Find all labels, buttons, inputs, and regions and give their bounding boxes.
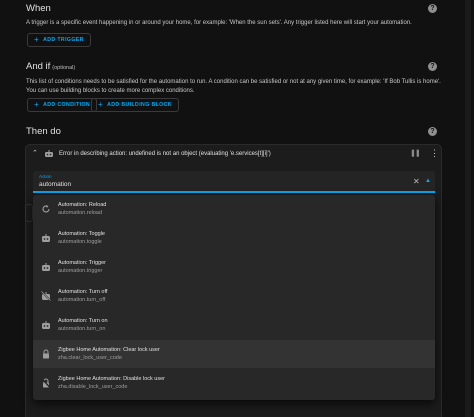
option-title: Zigbee Home Automation: Clear lock user	[58, 347, 160, 353]
and-if-title: And if (optional)	[26, 61, 75, 72]
robot-icon	[45, 150, 53, 157]
option-title: Automation: Turn on	[58, 318, 108, 324]
action-picker-field[interactable]: Action automation ✕ ▲	[33, 171, 435, 193]
optional-label: (optional)	[52, 65, 76, 71]
action-field-value: automation	[39, 181, 72, 188]
and-if-title-text: And if	[26, 61, 51, 72]
robot-icon	[42, 321, 50, 329]
option-service: automation.trigger	[58, 268, 103, 274]
option-service: automation.toggle	[58, 239, 102, 245]
action-option[interactable]: Automation: Reload automation.reload	[33, 195, 435, 223]
page-scrollbar[interactable]	[465, 0, 471, 417]
add-trigger-button[interactable]: + ADD TRIGGER	[27, 33, 91, 47]
action-option[interactable]: Automation: Toggle automation.toggle	[33, 224, 435, 252]
add-trigger-label: ADD TRIGGER	[43, 37, 84, 43]
action-error-text: Error in describing action: undefined is…	[59, 151, 271, 157]
and-if-help-icon[interactable]: ?	[428, 62, 437, 71]
option-service: automation.turn_on	[58, 326, 106, 332]
action-option[interactable]: Zigbee Home Automation: Clear lock user …	[33, 340, 435, 368]
add-building-block-label: ADD BUILDING BLOCK	[107, 102, 172, 108]
add-building-block-button[interactable]: + ADD BUILDING BLOCK	[91, 98, 179, 112]
then-do-help-icon[interactable]: ?	[428, 127, 437, 136]
caret-up-icon[interactable]: ▲	[425, 178, 431, 184]
option-title: Zigbee Home Automation: Disable lock use…	[58, 376, 165, 382]
option-title: Automation: Reload	[58, 202, 107, 208]
robot-icon	[42, 263, 50, 271]
drag-handle-icon[interactable]: ❚❚	[410, 149, 421, 157]
when-help-icon[interactable]: ?	[428, 4, 437, 13]
and-if-description: This list of conditions needs to be sati…	[26, 79, 441, 94]
hidden-button-edge	[25, 204, 33, 222]
action-card-header[interactable]: ⌃ Error in describing action: undefined …	[26, 145, 441, 167]
lock-icon	[41, 378, 51, 388]
option-title: Automation: Toggle	[58, 231, 105, 237]
action-option[interactable]: Automation: Trigger automation.trigger	[33, 253, 435, 281]
action-field-label: Action	[39, 174, 52, 179]
action-dropdown: Automation: Reload automation.reload Aut…	[33, 195, 435, 400]
option-service: zha.disable_lock_user_code	[58, 384, 128, 390]
plus-icon: +	[34, 35, 40, 44]
add-condition-button[interactable]: + ADD CONDITION	[27, 98, 98, 112]
option-service: automation.turn_off	[58, 297, 106, 303]
plus-icon: +	[34, 100, 40, 109]
option-title: Automation: Trigger	[58, 260, 106, 266]
action-option[interactable]: Zigbee Home Automation: Disable lock use…	[33, 369, 435, 397]
option-title: Automation: Turn off	[58, 289, 108, 295]
reload-icon	[42, 205, 50, 213]
then-do-title: Then do	[26, 126, 61, 137]
overflow-menu-icon[interactable]: ⋮	[430, 148, 439, 159]
plus-icon: +	[98, 100, 104, 109]
clear-icon[interactable]: ✕	[413, 177, 420, 186]
chevron-up-icon[interactable]: ⌃	[32, 149, 38, 157]
option-service: zha.clear_lock_user_code	[58, 355, 122, 361]
action-option[interactable]: Automation: Turn off automation.turn_off	[33, 282, 435, 310]
when-title: When	[26, 3, 51, 14]
when-description: A trigger is a specific event happening …	[26, 20, 412, 26]
action-option[interactable]: Automation: Turn on automation.turn_on	[33, 311, 435, 339]
add-condition-label: ADD CONDITION	[43, 102, 91, 108]
robot-off-icon	[41, 291, 51, 301]
option-service: automation.reload	[58, 210, 103, 216]
lock-icon	[43, 349, 49, 359]
robot-icon	[42, 234, 50, 242]
